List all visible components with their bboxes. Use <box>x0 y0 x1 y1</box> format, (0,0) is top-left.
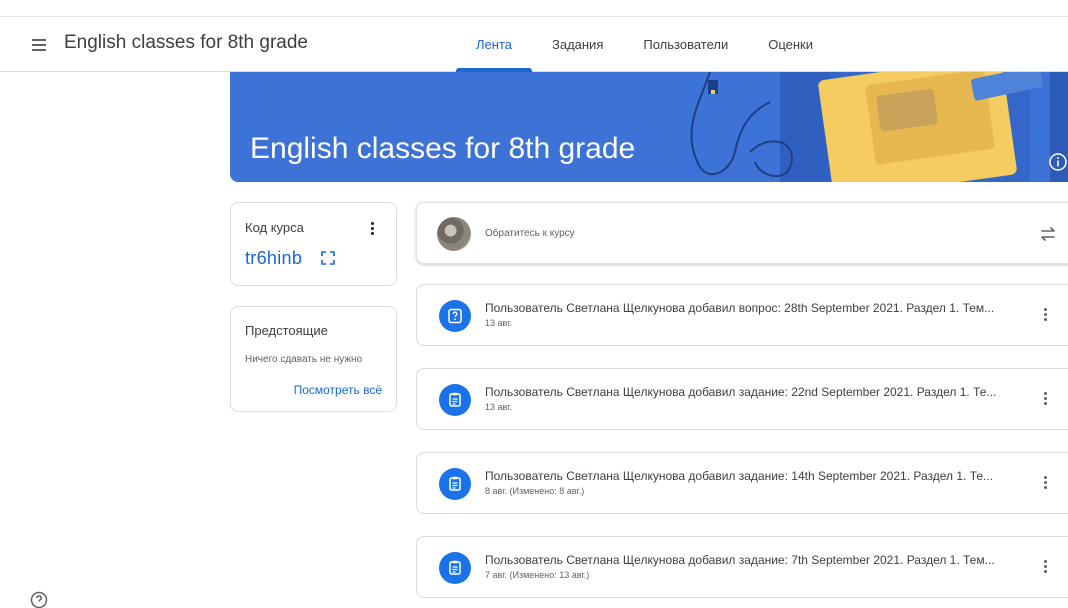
assignment-icon <box>439 384 471 416</box>
upcoming-title: Предстоящие <box>245 323 328 338</box>
assignment-icon <box>439 468 471 500</box>
stream-item-assignment[interactable]: Пользователь Светлана Щелкунова добавил … <box>416 452 1068 514</box>
repost-icon[interactable] <box>1037 223 1059 245</box>
post-date: 8 авг. (Изменено: 8 авг.) <box>485 486 585 496</box>
view-all-link[interactable]: Посмотреть всё <box>294 383 382 397</box>
post-date: 13 авг. <box>485 318 512 328</box>
tab-stream[interactable]: Лента <box>456 17 532 72</box>
course-code-value[interactable]: tr6hinb <box>245 248 302 269</box>
class-banner: English classes for 8th grade <box>230 72 1068 182</box>
tab-classwork[interactable]: Задания <box>532 17 623 72</box>
fullscreen-icon[interactable] <box>321 251 335 265</box>
menu-icon[interactable] <box>27 33 51 57</box>
tab-grades[interactable]: Оценки <box>748 17 833 72</box>
class-tabs: Лента Задания Пользователи Оценки <box>456 17 833 72</box>
post-date: 13 авг. <box>485 402 512 412</box>
banner-title: English classes for 8th grade <box>250 132 636 165</box>
info-icon[interactable] <box>1048 152 1068 172</box>
post-date: 7 авг. (Изменено: 13 авг.) <box>485 570 590 580</box>
upcoming-empty-text: Ничего сдавать не нужно <box>245 354 363 365</box>
classroom-page: English classes for 8th grade Лента Зада… <box>0 0 1068 608</box>
course-code-card: Код курса tr6hinb <box>230 202 397 286</box>
post-title: Пользователь Светлана Щелкунова добавил … <box>485 553 995 567</box>
help-icon[interactable] <box>29 590 49 608</box>
question-icon <box>439 300 471 332</box>
post-title: Пользователь Светлана Щелкунова добавил … <box>485 301 995 315</box>
announce-input[interactable]: Обратитесь к курсу <box>485 228 575 239</box>
more-options-icon[interactable] <box>1036 389 1056 409</box>
more-options-icon[interactable] <box>1036 473 1056 493</box>
stream-item-assignment[interactable]: Пользователь Светлана Щелкунова добавил … <box>416 536 1068 598</box>
post-title: Пользователь Светлана Щелкунова добавил … <box>485 469 994 483</box>
more-options-icon[interactable] <box>363 219 383 239</box>
upcoming-card: Предстоящие Ничего сдавать не нужно Посм… <box>230 306 397 412</box>
stream-item-question[interactable]: Пользователь Светлана Щелкунова добавил … <box>416 284 1068 346</box>
announce-box[interactable]: Обратитесь к курсу <box>416 202 1068 264</box>
assignment-icon <box>439 552 471 584</box>
top-app-bar: English classes for 8th grade Лента Зада… <box>0 16 1068 72</box>
stream-item-assignment[interactable]: Пользователь Светлана Щелкунова добавил … <box>416 368 1068 430</box>
more-options-icon[interactable] <box>1036 557 1056 577</box>
course-code-label: Код курса <box>245 220 304 235</box>
avatar <box>437 217 471 251</box>
class-title[interactable]: English classes for 8th grade <box>64 32 308 54</box>
more-options-icon[interactable] <box>1036 305 1056 325</box>
tab-people[interactable]: Пользователи <box>623 17 748 72</box>
post-title: Пользователь Светлана Щелкунова добавил … <box>485 385 997 399</box>
